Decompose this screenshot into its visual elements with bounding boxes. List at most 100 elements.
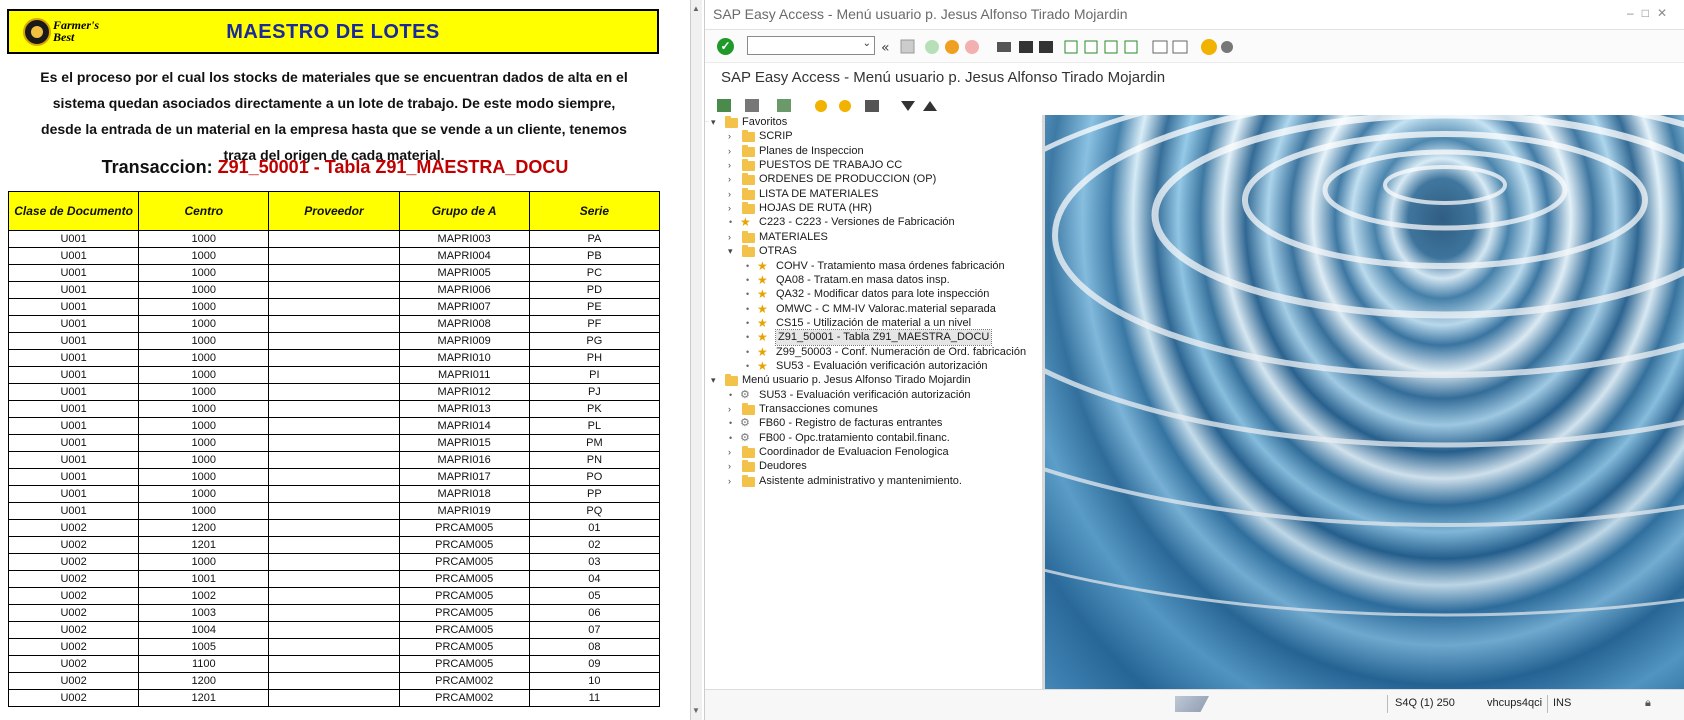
table-cell (268, 247, 400, 265)
table-cell (268, 502, 400, 520)
folder-icon (742, 245, 755, 258)
scroll-up-arrow-icon[interactable]: ▲ (692, 4, 700, 13)
expand-arrow-icon[interactable]: ▾ (728, 244, 738, 259)
table-cell: U002 (7, 587, 140, 605)
table-cell: MAPRI014 (398, 417, 530, 435)
tree-node-label: COHV - Tratamiento masa órdenes fabricac… (776, 259, 1005, 272)
status-system[interactable]: S4Q (1) 250 (1395, 697, 1455, 709)
collapse-arrow-icon[interactable]: › (728, 402, 738, 417)
table-cell: 04 (528, 570, 661, 588)
find-next-icon[interactable] (1039, 41, 1053, 53)
table-row: U001 1000 MAPRI014 PL (7, 417, 661, 435)
last-page-icon[interactable] (1124, 40, 1138, 54)
collapse-icon[interactable]: « (881, 40, 890, 55)
folder-icon (742, 474, 755, 487)
collapse-arrow-icon[interactable]: › (728, 230, 738, 245)
table-cell: PF (528, 315, 661, 333)
favorite-star-icon: ★ (757, 344, 768, 359)
collapse-arrow-icon[interactable]: › (728, 172, 738, 187)
document-scrollbar[interactable]: ▲ ▼ (690, 0, 702, 720)
table-cell: 1000 (138, 281, 270, 299)
table-row: U002 1001 PRCAM005 04 (7, 570, 661, 588)
table-cell: PRCAM005 (398, 519, 530, 537)
cancel-icon[interactable] (965, 40, 979, 54)
command-field[interactable]: ⌄ (747, 36, 875, 55)
table-cell: U001 (7, 298, 140, 316)
collapse-arrow-icon[interactable]: › (728, 187, 738, 202)
chevron-down-icon[interactable]: ⌄ (863, 38, 871, 49)
table-cell: U002 (7, 553, 140, 571)
scroll-down-arrow-icon[interactable]: ▼ (692, 706, 700, 715)
insert-folder-icon[interactable] (839, 100, 851, 112)
user-menu-icon[interactable] (717, 99, 731, 112)
table-cell: U001 (7, 417, 140, 435)
back-icon[interactable] (925, 40, 939, 54)
table-cell (268, 485, 400, 503)
new-session-icon[interactable] (1152, 40, 1168, 54)
add-favorite-icon[interactable] (815, 100, 827, 112)
table-cell (268, 298, 400, 316)
collapse-arrow-icon[interactable]: › (728, 459, 738, 474)
tree-node-label: Coordinador de Evaluacion Fenologica (759, 446, 949, 459)
collapse-arrow-icon[interactable]: › (728, 158, 738, 173)
bullet-icon: • (746, 303, 750, 314)
bullet-icon: • (746, 274, 750, 285)
print-icon[interactable] (997, 42, 1011, 52)
expand-arrow-icon[interactable]: ▾ (711, 373, 721, 388)
menu-tree: ▾ Favoritos › SCRIP › Planes de Inspeccion › PU… (709, 115, 1041, 690)
edit-icon[interactable] (865, 100, 879, 112)
table-cell: U001 (7, 230, 140, 248)
description-line: Es el proceso por el cual los stocks de … (40, 69, 628, 85)
enter-check-icon[interactable]: ✓ (717, 38, 734, 55)
table-row: U002 1004 PRCAM005 07 (7, 621, 661, 639)
find-icon[interactable] (1019, 41, 1033, 53)
tree-node-label: MATERIALES (759, 230, 828, 243)
bullet-icon: • (746, 317, 750, 328)
table-cell: PB (528, 247, 661, 265)
lock-icon: 🔒︎ (1645, 697, 1651, 709)
business-workplace-icon[interactable] (777, 99, 791, 112)
tree-node-label: OTRAS (759, 245, 797, 258)
table-cell (268, 621, 400, 639)
tree-node-label: FB00 - Opc.tratamiento contabil.financ. (759, 431, 950, 444)
previous-page-icon[interactable] (1084, 40, 1098, 54)
bullet-icon: • (729, 217, 733, 228)
sap-menu-icon[interactable] (745, 99, 759, 112)
window-controls[interactable]: –□✕ (1627, 6, 1675, 20)
move-up-icon[interactable] (923, 101, 937, 111)
table-cell (268, 417, 400, 435)
shortcut-icon[interactable] (1172, 40, 1188, 54)
table-cell: 1200 (138, 672, 270, 690)
save-icon[interactable] (900, 39, 915, 54)
collapse-arrow-icon[interactable]: › (728, 201, 738, 216)
collapse-arrow-icon[interactable]: › (728, 474, 738, 489)
expand-arrow-icon[interactable]: ▾ (711, 115, 721, 130)
exit-icon[interactable] (945, 40, 959, 54)
table-row: U002 1002 PRCAM005 05 (7, 587, 661, 605)
folder-icon (725, 116, 738, 128)
next-page-icon[interactable] (1104, 40, 1118, 54)
screen-title: SAP Easy Access - Menú usuario p. Jesus … (721, 69, 1166, 86)
lotes-table: Clase de Documento Centro Proveedor Grup… (7, 191, 661, 707)
table-cell (268, 672, 400, 690)
collapse-arrow-icon[interactable]: › (728, 445, 738, 460)
table-cell: U001 (7, 434, 140, 452)
table-cell: 02 (528, 536, 661, 554)
table-cell: PL (528, 417, 661, 435)
table-row: U001 1000 MAPRI011 PI (7, 366, 661, 384)
table-cell: MAPRI012 (398, 383, 530, 401)
first-page-icon[interactable] (1064, 40, 1078, 54)
tree-node-label: Transacciones comunes (759, 403, 878, 415)
table-cell: U001 (7, 349, 140, 367)
bullet-icon: • (729, 389, 733, 400)
settings-gear-icon[interactable] (1221, 41, 1233, 53)
move-down-icon[interactable] (901, 101, 915, 111)
help-icon[interactable] (1201, 39, 1217, 55)
tree-node-label: Deudores (759, 460, 807, 473)
table-cell: MAPRI007 (398, 298, 530, 316)
collapse-arrow-icon[interactable]: › (728, 129, 738, 144)
table-row: U001 1000 MAPRI006 PD (7, 281, 661, 299)
collapse-arrow-icon[interactable]: › (728, 144, 738, 159)
table-cell: 1000 (138, 417, 270, 435)
table-row: U002 1200 PRCAM002 10 (7, 672, 661, 690)
